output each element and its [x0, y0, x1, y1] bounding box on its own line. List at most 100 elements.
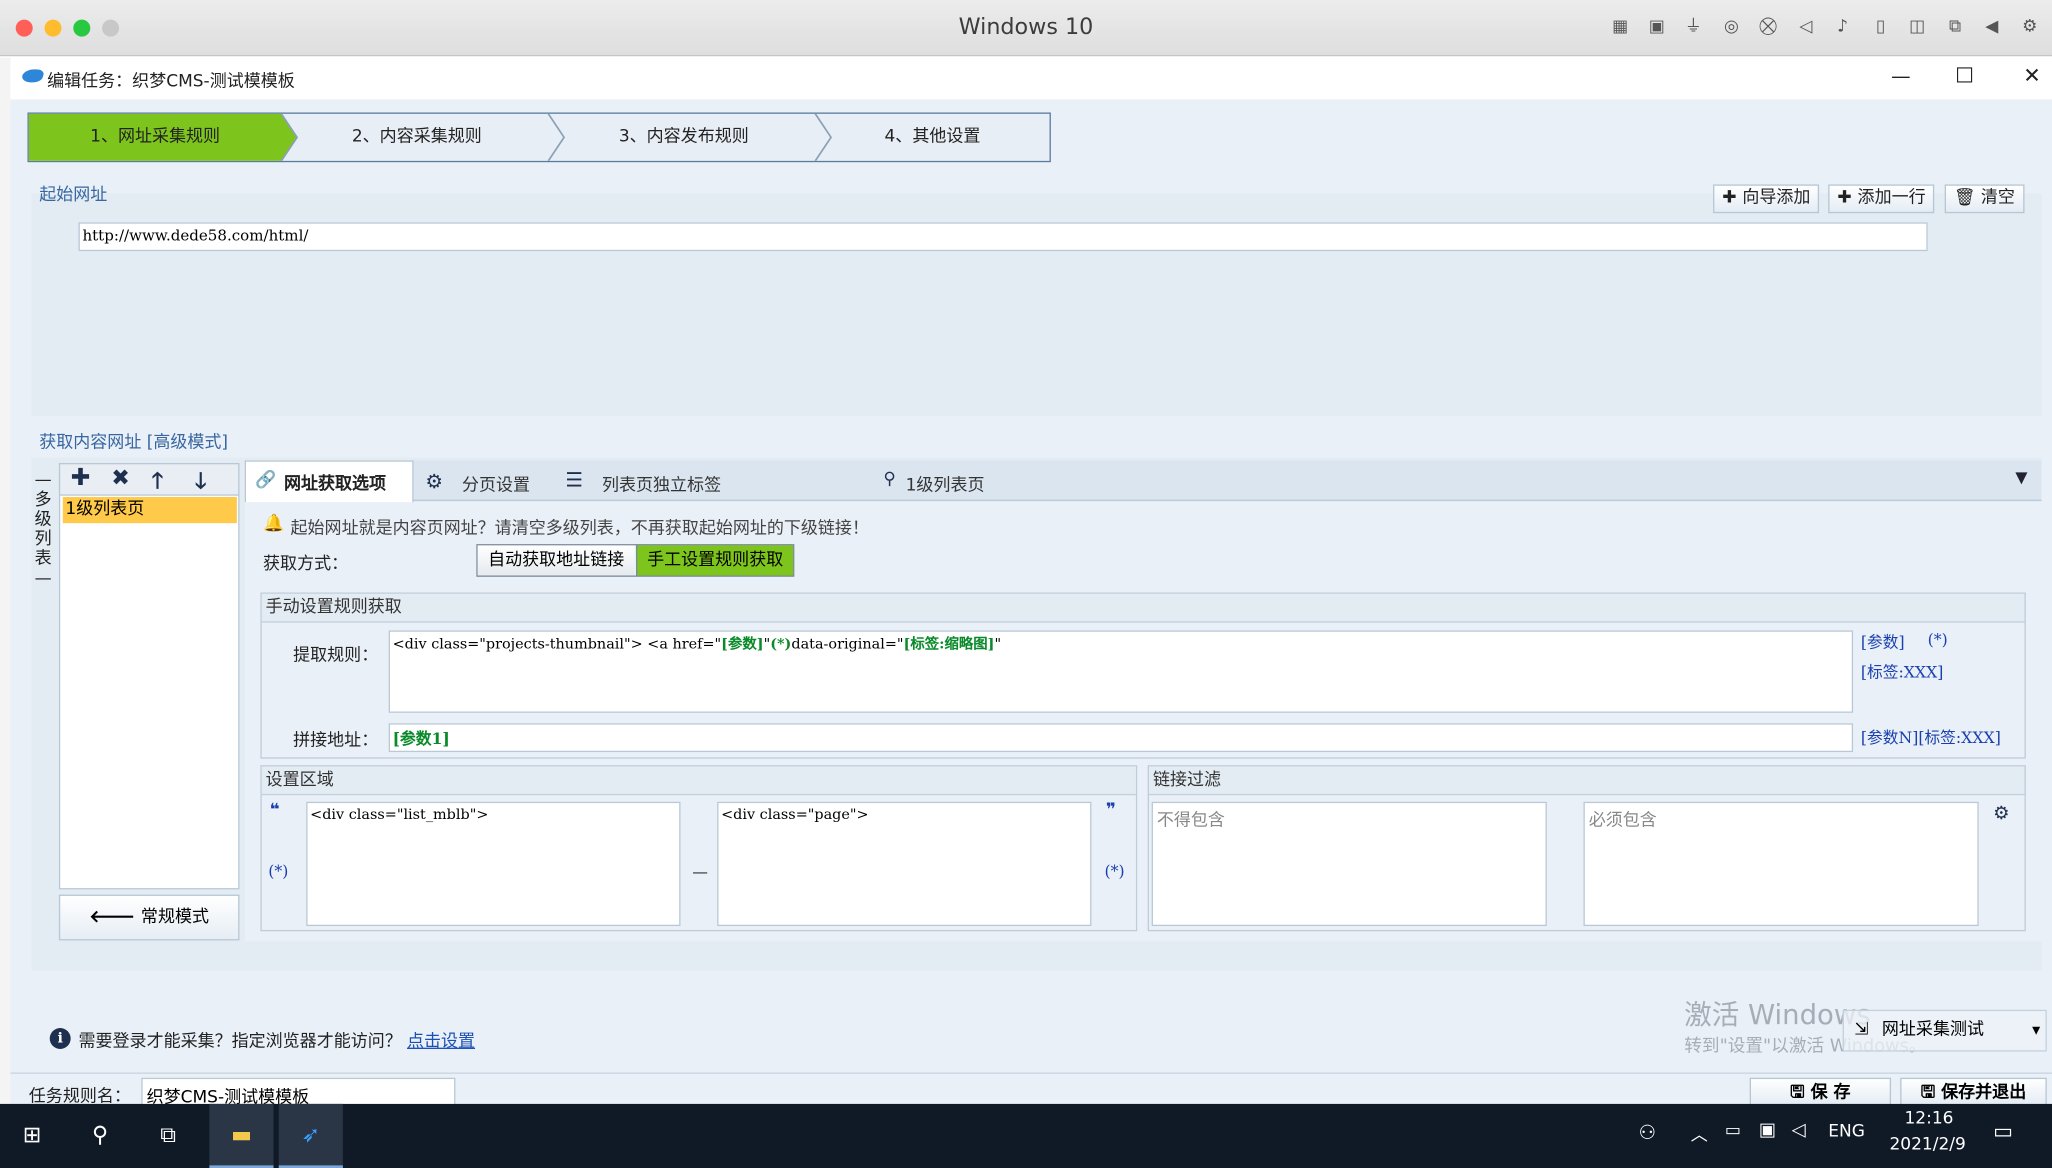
dropdown-arrow-icon: ▼: [2032, 1024, 2041, 1036]
host-title: Windows 10: [958, 14, 1094, 41]
clear-label: 清空: [1980, 188, 2015, 208]
settings-icon[interactable]: ⚙: [2019, 17, 2040, 38]
host-titlebar: Windows 10 ▦ ▣ ⏚ ◎ ⛒ ◁ ♪ ▯ ◫ ⧉ ◀ ⚙: [0, 0, 2052, 57]
tab-url-options-label: 网址获取选项: [283, 474, 387, 495]
add-row-button[interactable]: ✚ 添加一行: [1828, 184, 1935, 214]
language-indicator[interactable]: ENG: [1828, 1122, 1865, 1142]
step-other-settings[interactable]: 4、其他设置: [824, 112, 1040, 162]
people-icon[interactable]: ⚇: [1638, 1121, 1656, 1145]
network-icon[interactable]: ▣: [1759, 1120, 1776, 1141]
login-settings-link[interactable]: 点击设置: [407, 1027, 475, 1052]
side-label-text: 多级列表: [34, 490, 52, 569]
folder-share-icon[interactable]: ⧉: [1945, 17, 1966, 38]
keyboard-icon[interactable]: ▦: [1610, 17, 1631, 38]
usb-icon[interactable]: ⏚: [1683, 17, 1704, 38]
tab-list-tags[interactable]: 列表页独立标签: [602, 471, 721, 496]
speaker-icon[interactable]: ◁: [1795, 17, 1816, 38]
bell-icon: 🔔: [263, 514, 285, 534]
exclude-filter-input[interactable]: 不得包含: [1151, 801, 1547, 927]
save-button[interactable]: 🖫 保 存: [1749, 1077, 1892, 1107]
extract-rule-label: 提取规则：: [293, 646, 379, 666]
add-row-label: 添加一行: [1857, 188, 1926, 208]
join-url-input[interactable]: [参数1]: [388, 723, 1854, 753]
disc-icon[interactable]: ◎: [1721, 17, 1742, 38]
task-view-icon[interactable]: ⧉: [136, 1104, 200, 1168]
arrow-left-icon: 🡐: [89, 907, 141, 928]
level-list: [58, 494, 240, 890]
link-icon: 🔗: [255, 470, 277, 491]
maximize-button[interactable]: ☐: [1955, 63, 1974, 88]
step-url-rules[interactable]: 1、网址采集规则: [29, 112, 282, 162]
tab-pagination[interactable]: 分页设置: [462, 471, 530, 496]
pin-icon: ⚲: [883, 469, 896, 490]
region-end-input[interactable]: <div class="page">: [717, 801, 1092, 927]
list-delete-icon[interactable]: ✖: [111, 466, 130, 492]
fetch-manual-option[interactable]: 手工设置规则获取: [636, 545, 794, 576]
region-end-wildcard[interactable]: (*): [1105, 862, 1125, 880]
microphone-icon[interactable]: ♪: [1832, 17, 1853, 38]
left-gutter: [0, 57, 11, 1106]
content-url-title: 获取内容网址 [高级模式]: [39, 432, 229, 453]
plus-icon: ✚: [1722, 188, 1743, 208]
multi-list-side-label: — 多级列表 —: [34, 470, 52, 589]
gears-icon: ⚙: [425, 469, 443, 494]
clear-button[interactable]: 🗑 清空: [1944, 184, 2025, 214]
network-off-icon[interactable]: ⛒: [1758, 17, 1779, 38]
notification-icon[interactable]: ▭: [1993, 1118, 2013, 1143]
url-test-label: 网址采集测试: [1881, 1020, 1985, 1040]
filter-title: 链接过滤: [1149, 766, 2025, 796]
include-filter-input[interactable]: 必须包含: [1583, 801, 1979, 927]
camera-icon[interactable]: ◫: [1907, 17, 1928, 38]
url-test-button[interactable]: ⇲ 网址采集测试 ▼: [1842, 1009, 2047, 1052]
clock-time[interactable]: 12:16: [1890, 1109, 1969, 1129]
phone-icon[interactable]: ▯: [1870, 17, 1891, 38]
window-title: 编辑任务：织梦CMS-测试模模板: [47, 71, 295, 92]
task-name-input[interactable]: 织梦CMS-测试模模板: [141, 1077, 456, 1108]
region-title: 设置区域: [261, 766, 1136, 796]
window-titlebar: 编辑任务：织梦CMS-测试模模板 — ☐ ✕: [10, 57, 2052, 100]
chevron-up-icon[interactable]: ︿: [1691, 1121, 1708, 1146]
insert-param-link[interactable]: [参数]: [1861, 630, 1905, 652]
rule-text: <div class="projects-thumbnail"> <a href…: [392, 635, 722, 653]
file-explorer-icon[interactable]: ▬: [209, 1103, 274, 1168]
cpu-icon[interactable]: ▣: [1646, 17, 1667, 38]
save-label: 保 存: [1810, 1082, 1851, 1103]
clock-date[interactable]: 2021/2/9: [1884, 1135, 1970, 1155]
volume-icon[interactable]: ◁: [1792, 1120, 1806, 1141]
wizard-add-button[interactable]: ✚ 向导添加: [1713, 184, 1820, 214]
save-exit-label: 保存并退出: [1941, 1082, 2027, 1103]
tab-level1-list[interactable]: 1级列表页: [906, 471, 985, 496]
search-icon[interactable]: ⚲: [68, 1104, 132, 1168]
wizard-add-label: 向导添加: [1742, 188, 1811, 208]
save-exit-button[interactable]: 🖫 保存并退出: [1900, 1077, 2047, 1107]
close-button[interactable]: ✕: [2023, 63, 2041, 88]
minimize-button[interactable]: —: [1891, 64, 1911, 88]
start-url-input[interactable]: http://www.dede58.com/html/: [78, 222, 1928, 252]
tab-dropdown-icon[interactable]: ▼: [2015, 468, 2027, 486]
trash-icon: 🗑: [1953, 188, 1981, 208]
extract-rule-input[interactable]: <div class="projects-thumbnail"> <a href…: [388, 630, 1854, 713]
insert-wildcard-link[interactable]: (*): [1928, 630, 1948, 648]
windows-start-icon[interactable]: ⊞: [0, 1104, 64, 1168]
region-start-input[interactable]: <div class="list_mblb">: [306, 801, 681, 927]
app-logo-icon: [19, 69, 46, 83]
back-icon[interactable]: ◀: [1981, 17, 2002, 38]
login-notice-text: 需要登录才能采集？指定浏览器才能访问？: [78, 1031, 402, 1052]
list-item[interactable]: 1级列表页: [62, 497, 237, 524]
step-publish-rules[interactable]: 3、内容发布规则: [557, 112, 810, 162]
battery-icon[interactable]: ▭: [1725, 1121, 1741, 1141]
filter-settings-icon[interactable]: ⚙: [1993, 803, 2009, 824]
normal-mode-button[interactable]: 🡐 常规模式: [58, 894, 240, 941]
app-bird-icon[interactable]: ➶: [278, 1103, 343, 1168]
save-icon: 🖫: [1920, 1082, 1942, 1103]
region-start-wildcard[interactable]: (*): [268, 862, 288, 880]
save-icon: 🖫: [1790, 1082, 1811, 1103]
insert-tag-link[interactable]: [标签:XXX]: [1861, 661, 1944, 683]
export-icon: ⇲: [1854, 1020, 1875, 1040]
info-icon: i: [49, 1028, 71, 1049]
join-url-label: 拼接地址：: [293, 731, 379, 751]
step-content-rules[interactable]: 2、内容采集规则: [291, 112, 544, 162]
fetch-auto-option[interactable]: 自动获取地址链接: [477, 545, 635, 576]
list-add-icon[interactable]: ✚: [71, 464, 91, 491]
join-insert-link[interactable]: [参数N][标签:XXX]: [1861, 726, 2001, 748]
